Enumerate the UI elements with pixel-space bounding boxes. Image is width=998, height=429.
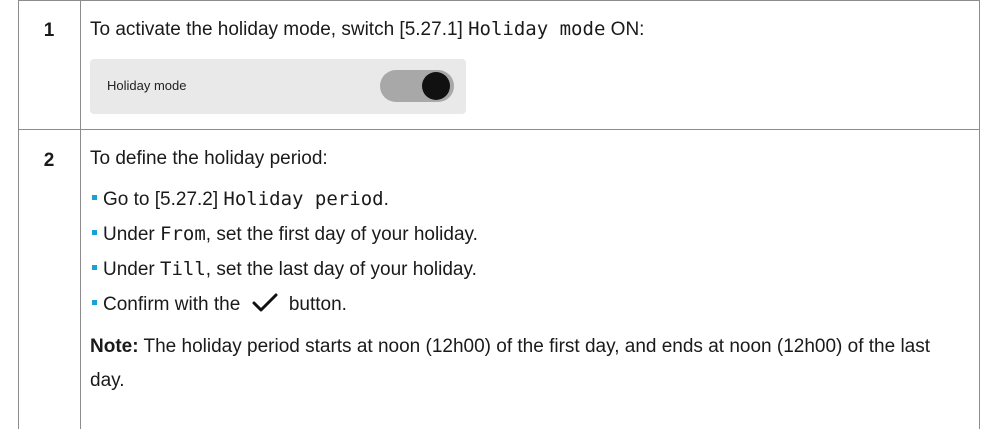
step-1-code: Holiday mode (468, 18, 606, 40)
list-item: Confirm with the button. (90, 291, 968, 318)
step-1-text-before: To activate the holiday mode, switch [5.… (90, 19, 469, 40)
step-2-number: 2 (43, 150, 55, 171)
table-border-right (979, 0, 980, 429)
table-border-top (18, 0, 980, 1)
table-column-divider (80, 0, 81, 429)
list-item: Under Till, set the last day of your hol… (90, 256, 968, 283)
note-label: Note: (90, 336, 139, 357)
list-item: Under From, set the first day of your ho… (90, 221, 968, 248)
step-2-intro: To define the holiday period: (90, 148, 328, 169)
holiday-mode-toggle[interactable] (380, 70, 454, 102)
checkmark-icon (252, 293, 278, 312)
toggle-knob (422, 72, 450, 100)
bullet-icon (92, 265, 97, 271)
bullet-icon (92, 230, 97, 236)
note-text: The holiday period starts at noon (12h00… (90, 336, 931, 391)
step-1-text: To activate the holiday mode, switch [5.… (90, 16, 968, 43)
bullet-icon (92, 300, 97, 306)
note-paragraph: Note: The holiday period starts at noon … (90, 330, 962, 398)
holiday-mode-label: Holiday mode (107, 78, 187, 93)
step-1-number: 1 (43, 20, 55, 41)
step-1-text-after: ON: (605, 19, 645, 40)
instruction-table: 1 To activate the holiday mode, switch [… (18, 0, 980, 429)
table-border-left (18, 0, 19, 429)
holiday-mode-panel: Holiday mode (90, 59, 466, 114)
table-row-divider (18, 129, 980, 130)
bullet-icon (92, 195, 97, 201)
list-item: Go to [5.27.2] Holiday period. (90, 186, 968, 213)
